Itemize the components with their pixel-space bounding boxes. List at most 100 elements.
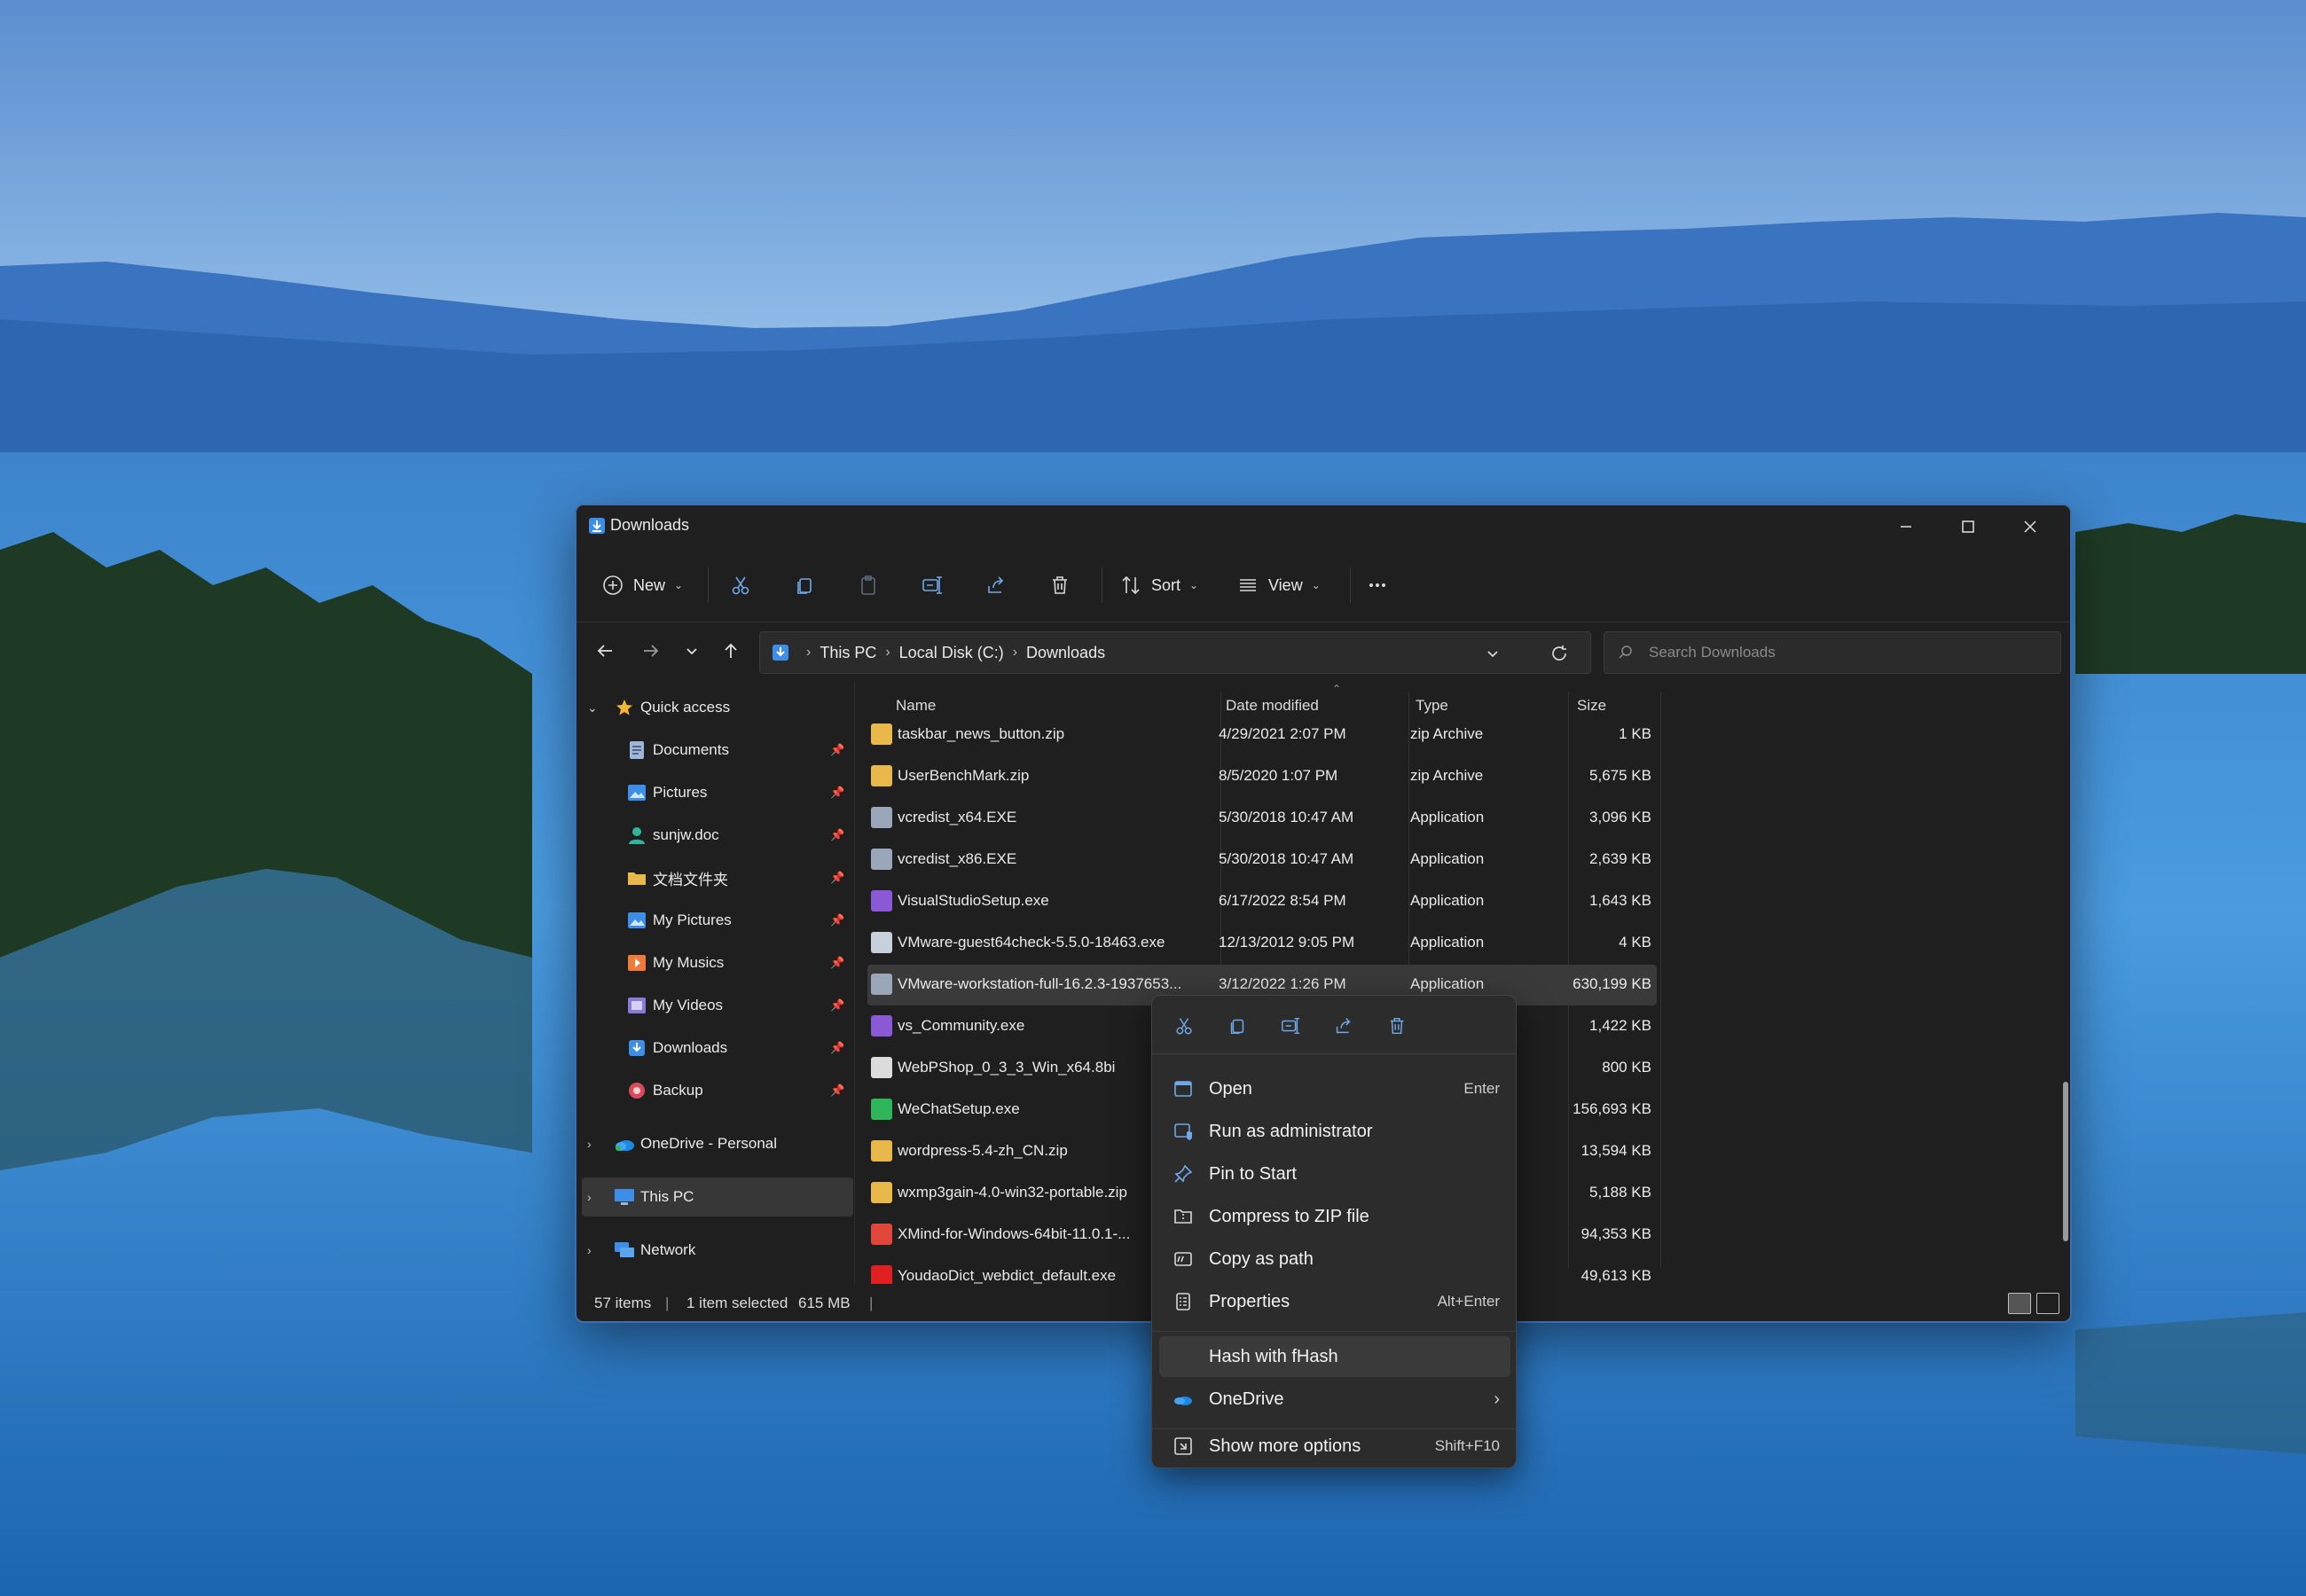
column-header-name[interactable]: Name bbox=[896, 697, 936, 715]
table-row[interactable]: vcredist_x64.EXE 5/30/2018 10:47 AM Applic… bbox=[867, 798, 1657, 839]
share-icon bbox=[988, 576, 1004, 593]
sidebar-item-network[interactable]: › Network bbox=[576, 1231, 853, 1270]
see-more-button[interactable] bbox=[1366, 566, 1389, 605]
context-label: Pin to Start bbox=[1209, 1163, 1297, 1184]
sidebar-item-pictures[interactable]: Pictures 📌 bbox=[576, 773, 853, 812]
context-copy-button[interactable] bbox=[1221, 1010, 1253, 1042]
pin-icon: 📌 bbox=[830, 743, 845, 756]
context-properties[interactable]: Properties Alt+Enter bbox=[1159, 1281, 1510, 1322]
file-size: 5,188 KB bbox=[1589, 1184, 1651, 1201]
user-icon bbox=[626, 825, 647, 846]
address-dropdown-icon[interactable] bbox=[1484, 645, 1502, 662]
downloads-icon bbox=[626, 1037, 647, 1059]
sidebar-item-sunjw-doc[interactable]: sunjw.doc 📌 bbox=[576, 816, 853, 855]
column-divider[interactable] bbox=[1660, 692, 1661, 1268]
details-view-button[interactable] bbox=[2008, 1293, 2031, 1314]
view-button[interactable]: View ⌄ bbox=[1236, 566, 1321, 605]
context-pin-to-start[interactable]: Pin to Start bbox=[1159, 1154, 1510, 1194]
scrollbar-thumb[interactable] bbox=[2063, 1082, 2068, 1241]
rename-icon bbox=[1282, 1017, 1300, 1035]
context-menu: Open Enter Run as administrator Pin to S… bbox=[1151, 995, 1517, 1468]
cut-button[interactable] bbox=[729, 566, 752, 605]
minimize-button[interactable] bbox=[1875, 505, 1937, 548]
sidebar-item-backup[interactable]: Backup 📌 bbox=[576, 1071, 853, 1110]
file-size: 13,594 KB bbox=[1580, 1142, 1651, 1159]
sidebar-item-doc-folder[interactable]: 文档文件夹 📌 bbox=[576, 858, 853, 897]
file-date: 4/29/2021 2:07 PM bbox=[1219, 725, 1346, 742]
sidebar-item-my-videos[interactable]: My Videos 📌 bbox=[576, 986, 853, 1025]
table-row[interactable]: vcredist_x86.EXE 5/30/2018 10:47 AM Applic… bbox=[867, 840, 1657, 880]
context-onedrive[interactable]: OneDrive › bbox=[1159, 1379, 1510, 1420]
file-size: 3,096 KB bbox=[1589, 809, 1651, 825]
column-header-size[interactable]: Size bbox=[1577, 697, 1606, 715]
selection-size: 615 MB bbox=[798, 1295, 851, 1311]
recent-locations-button[interactable] bbox=[674, 633, 710, 669]
breadcrumb-local-disk[interactable]: Local Disk (C:) bbox=[899, 644, 1004, 662]
file-size: 630,199 KB bbox=[1573, 975, 1651, 992]
command-bar: New ⌄ Sort ⌄ View ⌄ bbox=[576, 548, 2070, 622]
column-header-date[interactable]: Date modified bbox=[1226, 697, 1319, 715]
chevron-right-icon: › bbox=[1494, 1389, 1500, 1409]
sidebar-item-my-musics[interactable]: My Musics 📌 bbox=[576, 943, 853, 982]
context-show-more-options[interactable]: Show more options Shift+F10 bbox=[1159, 1427, 1510, 1466]
close-button[interactable] bbox=[1999, 505, 2061, 548]
table-row[interactable]: taskbar_news_button.zip 4/29/2021 2:07 PM… bbox=[867, 715, 1657, 755]
search-icon bbox=[1619, 645, 1632, 659]
delete-button[interactable] bbox=[1048, 566, 1071, 605]
sidebar-item-downloads[interactable]: Downloads 📌 bbox=[576, 1029, 853, 1068]
sidebar-item-documents[interactable]: Documents 📌 bbox=[576, 731, 853, 770]
rename-button[interactable] bbox=[921, 566, 944, 605]
context-compress-zip[interactable]: Compress to ZIP file bbox=[1159, 1196, 1510, 1237]
file-date: 3/12/2022 1:26 PM bbox=[1219, 975, 1346, 992]
sidebar-label: Pictures bbox=[653, 784, 708, 801]
context-copy-as-path[interactable]: Copy as path bbox=[1159, 1239, 1510, 1279]
copy-icon bbox=[797, 578, 812, 594]
file-icon bbox=[871, 1140, 892, 1162]
sidebar-item-quick-access[interactable]: ⌄ Quick access bbox=[576, 688, 853, 727]
copy-button[interactable] bbox=[793, 566, 816, 605]
forward-button[interactable] bbox=[633, 633, 669, 669]
chevron-right-icon: › bbox=[587, 1137, 592, 1151]
pin-icon: 📌 bbox=[830, 956, 845, 969]
table-row[interactable]: VisualStudioSetup.exe 6/17/2022 8:54 PM Ap… bbox=[867, 881, 1657, 922]
new-button[interactable]: New ⌄ bbox=[601, 566, 683, 605]
file-name: vcredist_x64.EXE bbox=[898, 809, 1017, 825]
videos-icon bbox=[626, 995, 647, 1016]
search-input[interactable]: Search Downloads bbox=[1604, 631, 2061, 674]
context-delete-button[interactable] bbox=[1381, 1010, 1413, 1042]
file-icon bbox=[871, 1224, 892, 1245]
context-open[interactable]: Open Enter bbox=[1159, 1068, 1510, 1109]
title-bar[interactable]: Downloads bbox=[576, 505, 2070, 548]
context-share-button[interactable] bbox=[1328, 1010, 1360, 1042]
onedrive-icon bbox=[614, 1133, 635, 1154]
paste-button[interactable] bbox=[857, 566, 880, 605]
table-row[interactable]: UserBenchMark.zip 8/5/2020 1:07 PM zip Arc… bbox=[867, 756, 1657, 797]
context-cut-button[interactable] bbox=[1168, 1010, 1200, 1042]
item-count: 57 items bbox=[594, 1295, 652, 1311]
music-icon bbox=[626, 952, 647, 974]
share-button[interactable] bbox=[984, 566, 1008, 605]
chevron-down-icon: ⌄ bbox=[674, 579, 684, 591]
table-row[interactable]: VMware-guest64check-5.5.0-18463.exe 12/13… bbox=[867, 923, 1657, 964]
sidebar-item-this-pc[interactable]: › This PC bbox=[582, 1177, 853, 1217]
up-button[interactable] bbox=[713, 633, 749, 669]
back-button[interactable] bbox=[587, 633, 623, 669]
context-rename-button[interactable] bbox=[1275, 1010, 1306, 1042]
sidebar-item-onedrive[interactable]: › OneDrive - Personal bbox=[576, 1124, 853, 1163]
maximize-button[interactable] bbox=[1937, 505, 1999, 548]
context-run-as-admin[interactable]: Run as administrator bbox=[1159, 1111, 1510, 1152]
status-divider: | bbox=[869, 1295, 874, 1311]
sidebar-label: Backup bbox=[653, 1082, 703, 1099]
folder-icon bbox=[626, 867, 647, 888]
large-icons-view-button[interactable] bbox=[2036, 1293, 2059, 1314]
breadcrumb-this-pc[interactable]: This PC bbox=[820, 644, 876, 662]
context-hash-fhash[interactable]: Hash with fHash bbox=[1159, 1336, 1510, 1377]
refresh-button[interactable] bbox=[1528, 636, 1590, 671]
address-bar[interactable]: › This PC › Local Disk (C:) › Downloads bbox=[759, 631, 1591, 674]
sidebar-item-my-pictures[interactable]: My Pictures 📌 bbox=[576, 901, 853, 940]
documents-icon bbox=[626, 739, 647, 761]
sort-button[interactable]: Sort ⌄ bbox=[1119, 566, 1198, 605]
column-header-type[interactable]: Type bbox=[1416, 697, 1448, 715]
breadcrumb-downloads[interactable]: Downloads bbox=[1026, 644, 1105, 662]
star-icon bbox=[614, 697, 635, 718]
